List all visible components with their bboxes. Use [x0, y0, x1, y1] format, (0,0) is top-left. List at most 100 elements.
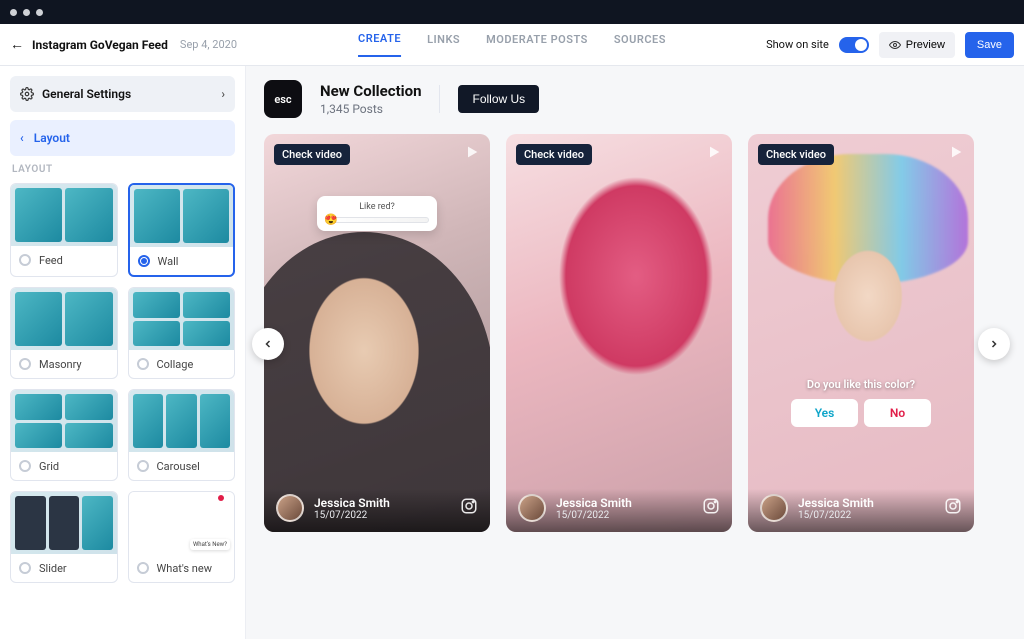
poll-question: Like red?: [325, 202, 429, 212]
instagram-icon: [460, 497, 478, 519]
play-icon: [706, 144, 722, 160]
poll-sticker[interactable]: Do you like this color? Yes No: [791, 378, 931, 427]
window-titlebar: [0, 0, 1024, 24]
poll-option-yes[interactable]: Yes: [791, 399, 858, 427]
avatar: [760, 494, 788, 522]
post-photo: [264, 134, 490, 532]
chevron-right-icon: [988, 338, 1000, 350]
radio-icon: [137, 460, 149, 472]
poll-slider[interactable]: 😍: [325, 217, 429, 223]
layout-option-label: What's new: [157, 562, 212, 575]
chevron-left-icon: [262, 338, 274, 350]
tab-moderate-posts[interactable]: MODERATE POSTS: [486, 33, 588, 56]
back-wrap[interactable]: ← Instagram GoVegan Feed: [10, 36, 168, 53]
layout-option-label: Feed: [39, 254, 63, 267]
chevron-right-icon: ›: [221, 87, 225, 101]
post-author: Jessica Smith: [314, 496, 390, 510]
layout-option-collage[interactable]: Collage: [128, 287, 236, 379]
poll-sticker[interactable]: Like red? 😍: [317, 196, 437, 231]
arrow-left-icon: ←: [10, 36, 24, 53]
feed-header: esc New Collection 1,345 Posts Follow Us: [264, 80, 1024, 118]
follow-us-button[interactable]: Follow Us: [458, 85, 539, 113]
sidebar-section-title: LAYOUT: [12, 164, 233, 175]
instagram-icon: [944, 497, 962, 519]
radio-icon: [19, 358, 31, 370]
post-author: Jessica Smith: [556, 496, 632, 510]
layout-option-feed[interactable]: Feed: [10, 183, 118, 277]
poll-option-no[interactable]: No: [864, 399, 931, 427]
chevron-left-icon: ‹: [20, 131, 24, 145]
heart-eyes-emoji-icon: 😍: [324, 213, 338, 226]
main-tabs: CREATE LINKS MODERATE POSTS SOURCES: [358, 32, 666, 57]
tab-links[interactable]: LINKS: [427, 33, 460, 56]
sidebar-item-label: General Settings: [42, 87, 131, 101]
window-dot: [36, 9, 43, 16]
window-dot: [23, 9, 30, 16]
post-card[interactable]: Check video Do you like this color? Yes …: [748, 134, 974, 532]
sidebar-item-general-settings[interactable]: General Settings ›: [10, 76, 235, 112]
play-icon: [464, 144, 480, 160]
layout-option-label: Masonry: [39, 358, 82, 371]
whatsnew-bubble: What's New?: [190, 539, 230, 550]
layout-option-masonry[interactable]: Masonry: [10, 287, 118, 379]
post-photo: [506, 134, 732, 532]
post-tag: Check video: [274, 144, 350, 165]
carousel-prev-button[interactable]: [252, 328, 284, 360]
sidebar-item-label: Layout: [34, 131, 70, 145]
layout-option-wall[interactable]: Wall: [128, 183, 236, 277]
post-date: 15/07/2022: [556, 510, 632, 521]
radio-icon: [19, 460, 31, 472]
poll-question: Do you like this color?: [791, 378, 931, 391]
post-author: Jessica Smith: [798, 496, 874, 510]
layout-option-label: Grid: [39, 460, 59, 473]
post-footer: Jessica Smith 15/07/2022: [748, 484, 974, 532]
topbar: ← Instagram GoVegan Feed Sep 4, 2020 CRE…: [0, 24, 1024, 66]
layout-option-label: Wall: [158, 255, 179, 268]
page-date: Sep 4, 2020: [180, 38, 237, 51]
sidebar-item-layout[interactable]: ‹ Layout: [10, 120, 235, 156]
post-tag: Check video: [516, 144, 592, 165]
posts-carousel: Check video Like red? 😍 Jessica Smith 15…: [264, 134, 1024, 554]
preview-button[interactable]: Preview: [879, 32, 955, 58]
save-button[interactable]: Save: [965, 32, 1014, 58]
sidebar: General Settings › ‹ Layout LAYOUT Feed …: [0, 66, 246, 639]
feed-collection-name: New Collection: [320, 82, 421, 100]
radio-icon: [137, 358, 149, 370]
feed-source-badge: esc: [264, 80, 302, 118]
divider: [439, 85, 440, 113]
layout-option-label: Carousel: [157, 460, 200, 473]
radio-icon: [19, 254, 31, 266]
window-dot: [10, 9, 17, 16]
page-title: Instagram GoVegan Feed: [32, 38, 168, 52]
layout-option-whats-new[interactable]: What's New? What's new: [128, 491, 236, 583]
layout-option-label: Collage: [157, 358, 194, 371]
gear-icon: [20, 87, 34, 101]
instagram-icon: [702, 497, 720, 519]
topbar-actions: Show on site Preview Save: [766, 32, 1014, 58]
layout-option-carousel[interactable]: Carousel: [128, 389, 236, 481]
tab-sources[interactable]: SOURCES: [614, 33, 666, 56]
post-tag: Check video: [758, 144, 834, 165]
show-on-site-label: Show on site: [766, 38, 829, 51]
tab-create[interactable]: CREATE: [358, 32, 401, 57]
post-date: 15/07/2022: [314, 510, 390, 521]
play-icon: [948, 144, 964, 160]
post-footer: Jessica Smith 15/07/2022: [264, 484, 490, 532]
post-card[interactable]: Check video Like red? 😍 Jessica Smith 15…: [264, 134, 490, 532]
post-footer: Jessica Smith 15/07/2022: [506, 484, 732, 532]
post-date: 15/07/2022: [798, 510, 874, 521]
post-photo: [748, 134, 974, 532]
feed-posts-count: 1,345 Posts: [320, 102, 421, 116]
avatar: [518, 494, 546, 522]
main: esc New Collection 1,345 Posts Follow Us…: [246, 66, 1024, 639]
layout-option-grid[interactable]: Grid: [10, 389, 118, 481]
avatar: [276, 494, 304, 522]
layout-option-slider[interactable]: Slider: [10, 491, 118, 583]
radio-icon: [137, 562, 149, 574]
layout-option-label: Slider: [39, 562, 67, 575]
show-on-site-toggle[interactable]: [839, 37, 869, 53]
carousel-next-button[interactable]: [978, 328, 1010, 360]
preview-button-label: Preview: [906, 39, 945, 51]
post-card[interactable]: Check video Jessica Smith 15/07/2022: [506, 134, 732, 532]
radio-icon: [138, 255, 150, 267]
